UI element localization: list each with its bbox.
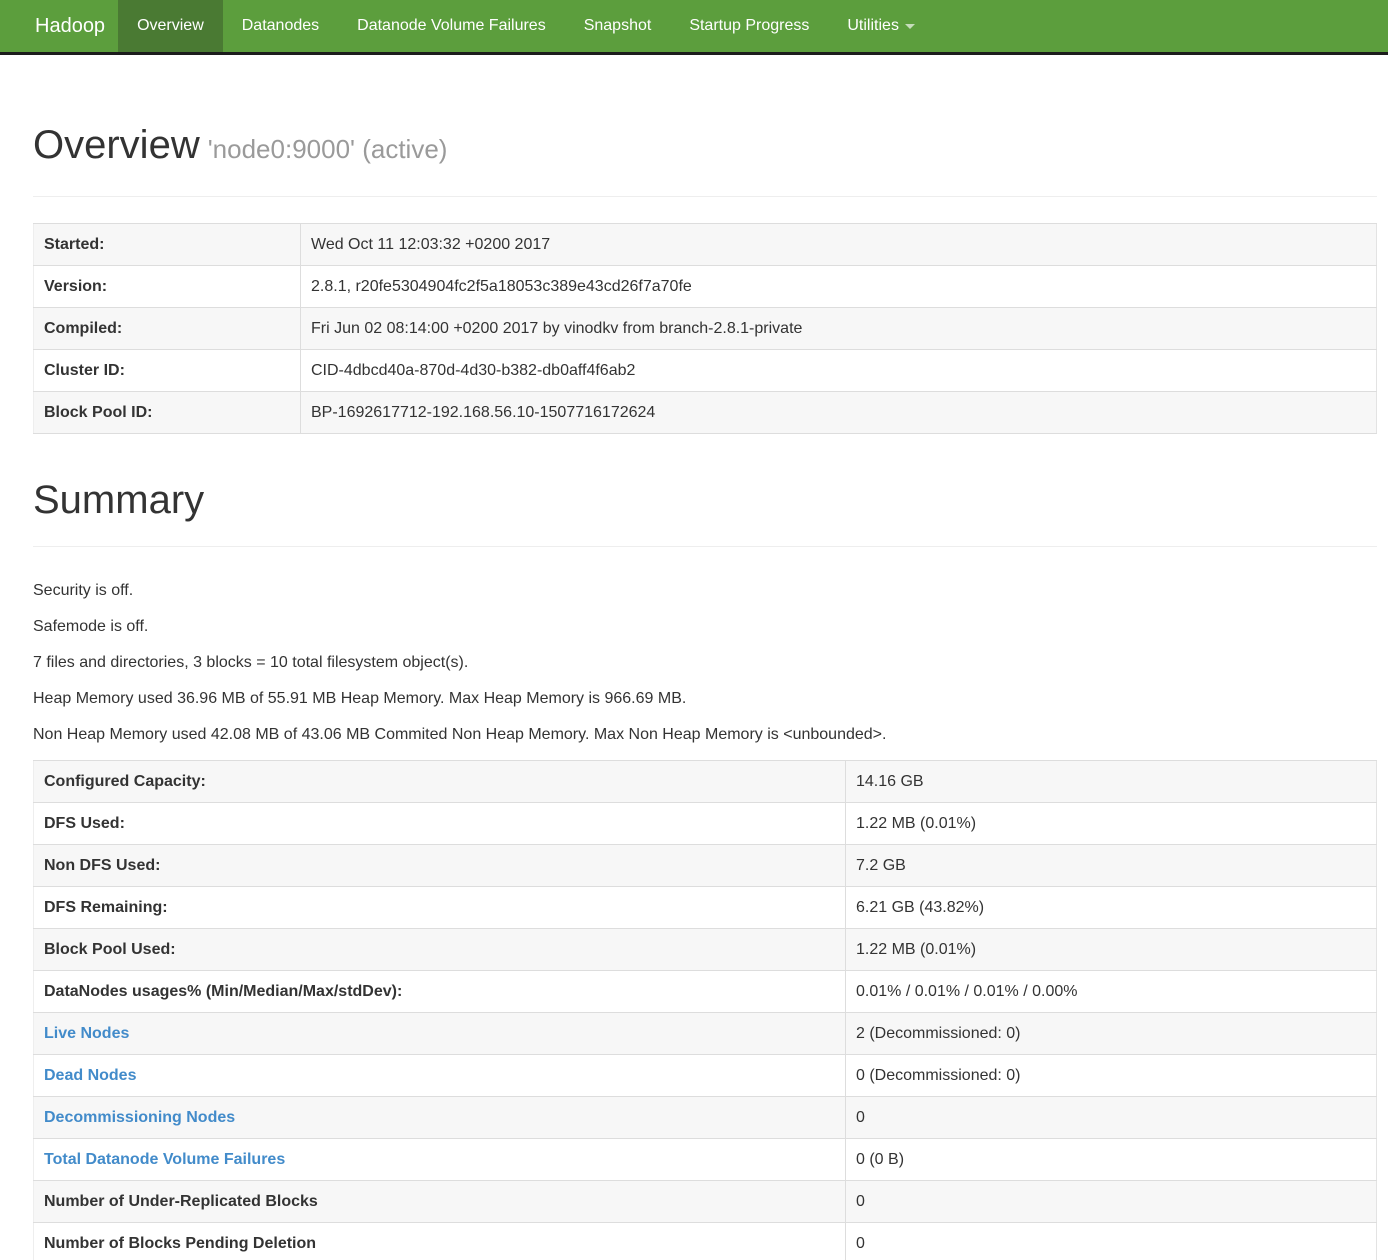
live-nodes-link[interactable]: Live Nodes [44,1025,129,1042]
summary-label: DataNodes usages% (Min/Median/Max/stdDev… [34,971,846,1013]
page-subtitle: 'node0:9000' (active) [208,134,448,164]
table-row: Number of Blocks Pending Deletion0 [34,1223,1377,1260]
main-content: Overview 'node0:9000' (active) Started:We… [0,55,1388,1260]
summary-title: Summary [33,479,1377,521]
summary-label: Total Datanode Volume Failures [34,1139,846,1181]
summary-value: 0 (0 B) [846,1139,1377,1181]
summary-label: Configured Capacity: [34,761,846,803]
summary-label: Number of Under-Replicated Blocks [34,1181,846,1223]
info-label: Block Pool ID: [34,392,301,434]
table-row: Dead Nodes 0 (Decommissioned: 0) [34,1055,1377,1097]
table-row: DataNodes usages% (Min/Median/Max/stdDev… [34,971,1377,1013]
table-row: DFS Remaining:6.21 GB (43.82%) [34,887,1377,929]
overview-header: Overview 'node0:9000' (active) [33,55,1377,197]
table-row: Compiled:Fri Jun 02 08:14:00 +0200 2017 … [34,308,1377,350]
info-label: Version: [34,266,301,308]
info-label: Started: [34,224,301,266]
info-value: 2.8.1, r20fe5304904fc2f5a18053c389e43cd2… [301,266,1377,308]
nav-item-datanodes: Datanodes [223,0,338,52]
nav-item-overview: Overview [118,0,223,52]
table-row: Version:2.8.1, r20fe5304904fc2f5a18053c3… [34,266,1377,308]
summary-value: 7.2 GB [846,845,1377,887]
summary-value: 14.16 GB [846,761,1377,803]
info-label: Compiled: [34,308,301,350]
nav-link-startup-progress[interactable]: Startup Progress [670,0,828,52]
nav-item-datanode-volume-failures: Datanode Volume Failures [338,0,565,52]
table-row: Decommissioning Nodes 0 [34,1097,1377,1139]
summary-value: 0 [846,1181,1377,1223]
summary-value: 0 [846,1097,1377,1139]
table-row: Cluster ID:CID-4dbcd40a-870d-4d30-b382-d… [34,350,1377,392]
summary-value: 0.01% / 0.01% / 0.01% / 0.00% [846,971,1377,1013]
summary-label: Live Nodes [34,1013,846,1055]
nav-link-datanodes[interactable]: Datanodes [223,0,338,52]
nav-item-utilities: Utilities [828,0,934,52]
summary-value: 1.22 MB (0.01%) [846,803,1377,845]
summary-label: Non DFS Used: [34,845,846,887]
page-title: Overview 'node0:9000' (active) [33,124,1377,170]
nav-item-startup-progress: Startup Progress [670,0,828,52]
summary-header: Summary [33,434,1377,547]
summary-label: DFS Remaining: [34,887,846,929]
table-row: DFS Used:1.22 MB (0.01%) [34,803,1377,845]
nav-link-datanode-volume-failures[interactable]: Datanode Volume Failures [338,0,565,52]
decommissioning-nodes-link[interactable]: Decommissioning Nodes [44,1109,235,1126]
security-status-line: Security is off. [33,580,1377,601]
table-row: Number of Under-Replicated Blocks0 [34,1181,1377,1223]
info-label: Cluster ID: [34,350,301,392]
summary-value: 6.21 GB (43.82%) [846,887,1377,929]
info-value: Wed Oct 11 12:03:32 +0200 2017 [301,224,1377,266]
nav-link-overview[interactable]: Overview [118,0,223,52]
summary-label: DFS Used: [34,803,846,845]
total-datanode-volume-failures-link[interactable]: Total Datanode Volume Failures [44,1151,285,1168]
table-row: Block Pool Used:1.22 MB (0.01%) [34,929,1377,971]
page-title-text: Overview [33,123,200,167]
info-value: Fri Jun 02 08:14:00 +0200 2017 by vinodk… [301,308,1377,350]
table-row: Started:Wed Oct 11 12:03:32 +0200 2017 [34,224,1377,266]
table-row: Configured Capacity:14.16 GB [34,761,1377,803]
nav-link-utilities-label: Utilities [847,17,899,35]
table-row: Block Pool ID:BP-1692617712-192.168.56.1… [34,392,1377,434]
non-heap-memory-line: Non Heap Memory used 42.08 MB of 43.06 M… [33,724,1377,745]
summary-value: 0 (Decommissioned: 0) [846,1055,1377,1097]
info-value: BP-1692617712-192.168.56.10-150771617262… [301,392,1377,434]
overview-info-table: Started:Wed Oct 11 12:03:32 +0200 2017 V… [33,223,1377,434]
summary-label: Number of Blocks Pending Deletion [34,1223,846,1260]
heap-memory-line: Heap Memory used 36.96 MB of 55.91 MB He… [33,688,1377,709]
summary-label: Decommissioning Nodes [34,1097,846,1139]
safemode-status-line: Safemode is off. [33,616,1377,637]
summary-label: Block Pool Used: [34,929,846,971]
table-row: Non DFS Used:7.2 GB [34,845,1377,887]
nav-link-utilities-dropdown[interactable]: Utilities [828,0,934,52]
filesystem-objects-line: 7 files and directories, 3 blocks = 10 t… [33,652,1377,673]
nav-item-snapshot: Snapshot [565,0,671,52]
caret-down-icon [905,24,915,29]
summary-label: Dead Nodes [34,1055,846,1097]
table-row: Total Datanode Volume Failures 0 (0 B) [34,1139,1377,1181]
table-row: Live Nodes 2 (Decommissioned: 0) [34,1013,1377,1055]
summary-table: Configured Capacity:14.16 GB DFS Used:1.… [33,760,1377,1260]
brand-link[interactable]: Hadoop [35,0,105,52]
dead-nodes-link[interactable]: Dead Nodes [44,1067,136,1084]
navbar-menu: Overview Datanodes Datanode Volume Failu… [118,0,934,52]
summary-value: 1.22 MB (0.01%) [846,929,1377,971]
summary-value: 2 (Decommissioned: 0) [846,1013,1377,1055]
navbar: Hadoop Overview Datanodes Datanode Volum… [0,0,1388,55]
info-value: CID-4dbcd40a-870d-4d30-b382-db0aff4f6ab2 [301,350,1377,392]
summary-lines: Security is off. Safemode is off. 7 file… [33,580,1377,745]
nav-link-snapshot[interactable]: Snapshot [565,0,671,52]
summary-value: 0 [846,1223,1377,1260]
